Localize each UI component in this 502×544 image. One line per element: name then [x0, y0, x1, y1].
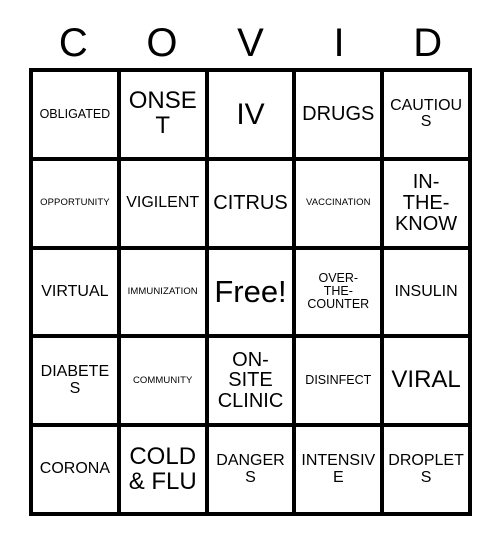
bingo-free-label: Free! [214, 273, 287, 309]
bingo-grid: OBLIGATED ONSET IV DRUGS CAUTIOUS OPPORT… [29, 68, 472, 516]
bingo-cell-label: IMMUNIZATION [127, 286, 198, 298]
bingo-cell-label: VACCINATION [305, 197, 371, 209]
bingo-cell[interactable]: DRUGS [292, 72, 381, 157]
bingo-cell-label: CITRUS [213, 191, 288, 214]
bingo-cell[interactable]: INSULIN [380, 249, 468, 335]
bingo-cell[interactable]: CITRUS [204, 160, 293, 246]
bingo-cell[interactable]: DANGERS [204, 427, 293, 512]
bingo-cell[interactable]: VACCINATION [292, 160, 381, 246]
bingo-cell-label: DRUGS [302, 103, 375, 125]
bingo-row: DIABETES COMMUNITY ON- SITE CLINIC DISIN… [33, 334, 468, 424]
bingo-cell-label: COLD & FLU [128, 442, 197, 495]
bingo-cell-label: DROPLETS [388, 451, 464, 486]
bingo-cell[interactable]: COLD & FLU [116, 427, 205, 512]
bingo-cell-label: DANGERS [216, 451, 285, 486]
bingo-cell[interactable]: ONSET [116, 72, 205, 157]
header-letter-1: C [58, 21, 88, 65]
bingo-cell-label: OVER- THE- COUNTER [307, 271, 370, 312]
bingo-cell-free[interactable]: Free! [204, 249, 293, 335]
bingo-row: OPPORTUNITY VIGILENT CITRUS VACCINATION … [33, 156, 468, 246]
bingo-cell-label: CORONA [39, 460, 111, 478]
bingo-cell-label: VIGILENT [126, 193, 200, 211]
bingo-cell-label: VIRTUAL [41, 282, 109, 300]
bingo-cell[interactable]: OPPORTUNITY [33, 160, 117, 246]
bingo-row: OBLIGATED ONSET IV DRUGS CAUTIOUS [33, 72, 468, 157]
header-letter-4: I [333, 21, 345, 65]
bingo-cell-label: INSULIN [394, 282, 458, 300]
bingo-row: CORONA COLD & FLU DANGERS INTENSIVE DROP… [33, 423, 468, 512]
bingo-cell-label: CAUTIOUS [390, 96, 463, 131]
bingo-cell[interactable]: OBLIGATED [33, 72, 117, 157]
bingo-cell[interactable]: IV [204, 72, 293, 157]
bingo-cell-label: ONSET [128, 87, 197, 140]
bingo-cell-label: OBLIGATED [39, 106, 111, 121]
bingo-cell[interactable]: DISINFECT [292, 338, 381, 424]
bingo-cell[interactable]: IMMUNIZATION [116, 249, 205, 335]
bingo-cell-label: VIRAL [391, 366, 461, 394]
bingo-cell-label: OPPORTUNITY [40, 197, 110, 209]
bingo-cell[interactable]: ON- SITE CLINIC [204, 338, 293, 424]
bingo-cell[interactable]: CAUTIOUS [380, 72, 468, 157]
bingo-row: VIRTUAL IMMUNIZATION Free! OVER- THE- CO… [33, 245, 468, 335]
bingo-cell[interactable]: IN- THE- KNOW [380, 160, 468, 246]
header-letter-3: V [237, 21, 264, 65]
bingo-cell[interactable]: CORONA [33, 427, 117, 512]
bingo-cell-label: ON- SITE CLINIC [217, 348, 284, 413]
bingo-cell[interactable]: DIABETES [33, 338, 117, 424]
header-letter-2: O [146, 21, 178, 65]
bingo-card: C O V I D OBLIGATED ONSET IV DRUGS CAUTI… [0, 0, 502, 544]
bingo-cell-label: DISINFECT [305, 373, 372, 388]
bingo-cell[interactable]: VIGILENT [116, 160, 205, 246]
bingo-cell[interactable]: INTENSIVE [292, 427, 381, 512]
bingo-cell-label: DIABETES [40, 363, 110, 397]
bingo-cell-label: IN- THE- KNOW [394, 171, 458, 235]
bingo-cell[interactable]: VIRAL [380, 338, 468, 424]
bingo-header: C O V I D [29, 18, 472, 68]
bingo-cell-label: COMMUNITY [132, 374, 193, 386]
bingo-cell[interactable]: DROPLETS [380, 427, 468, 512]
bingo-cell[interactable]: COMMUNITY [116, 338, 205, 424]
header-letter-5: D [413, 21, 443, 65]
bingo-cell[interactable]: OVER- THE- COUNTER [292, 249, 381, 335]
bingo-cell[interactable]: VIRTUAL [33, 249, 117, 335]
bingo-cell-label: INTENSIVE [301, 451, 376, 486]
bingo-cell-label: IV [236, 97, 265, 131]
